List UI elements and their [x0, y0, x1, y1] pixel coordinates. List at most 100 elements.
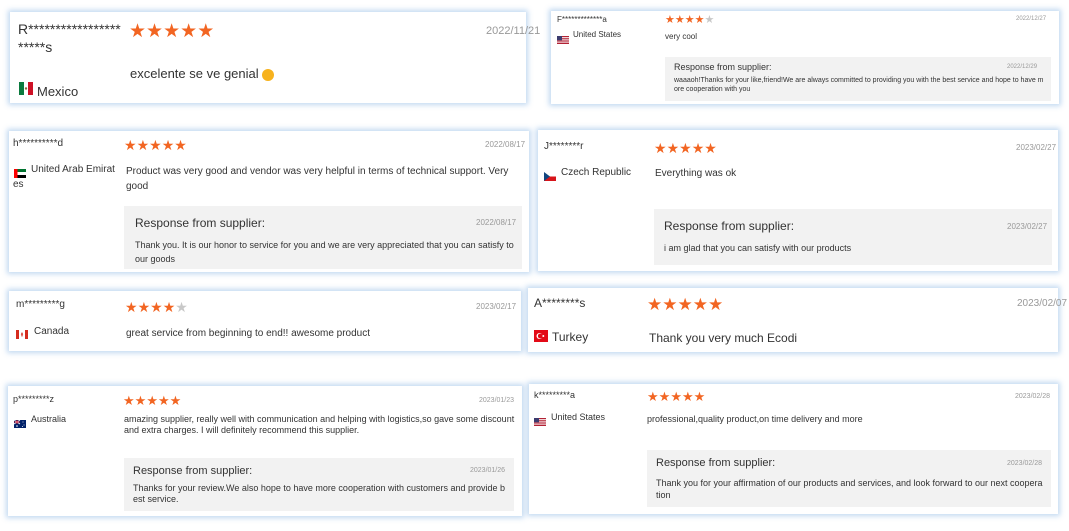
response-date: 2023/02/27: [1007, 222, 1048, 231]
star-icon: ★: [684, 14, 695, 26]
star-icon: ★: [692, 295, 708, 314]
review-date: 2023/02/28: [1015, 393, 1051, 400]
star-icon: ★: [136, 137, 150, 153]
review-text: excelente se ve genial: [130, 65, 274, 84]
response-title: Response from supplier:: [133, 465, 253, 477]
star-icon: ★: [157, 393, 170, 408]
review-date: 2023/01/23: [479, 397, 515, 404]
reviewer-country: Mexico: [37, 84, 79, 99]
star-icon: ★: [670, 389, 682, 404]
star-icon: ★: [647, 295, 663, 314]
response-text: Thank you for your affirmation of our pr…: [656, 478, 1043, 500]
star-icon: ★: [134, 393, 147, 408]
review-text: Everything was ok: [655, 168, 737, 179]
review-card: h**********d United Arab Emirates ★★★★★ …: [9, 131, 529, 272]
review-date: 2023/02/27: [1016, 143, 1057, 152]
star-icon: ★: [123, 393, 135, 408]
star-icon: ★: [662, 295, 678, 314]
review-text: very cool: [665, 32, 698, 41]
review-date: 2022/11/21: [486, 25, 541, 37]
star-icon: ★: [137, 299, 151, 315]
review-text: great service from beginning to end!! aw…: [126, 328, 371, 339]
star-icon: ★: [647, 389, 659, 404]
star-icon: ★: [674, 14, 685, 26]
response-date: 2023/02/28: [1007, 460, 1043, 467]
response-text: i am glad that you can satisfy with our …: [664, 243, 852, 253]
united-states-flag-icon: [534, 413, 546, 431]
review-date: 2022/12/27: [1016, 16, 1047, 22]
star-icon: ★: [666, 140, 680, 156]
rating-stars: ★★★★★: [647, 390, 705, 403]
smile-emoji-icon: [261, 68, 274, 81]
rating-stars: ★★★★★: [654, 141, 717, 155]
star-icon: ★: [654, 140, 667, 156]
reviewer-name: k*********a: [534, 390, 576, 400]
star-icon: ★: [197, 21, 215, 42]
response-title: Response from supplier:: [656, 457, 776, 469]
star-icon: ★: [150, 299, 163, 315]
response-text: Thanks for your review.We also hope to h…: [133, 483, 506, 504]
rating-stars: ★★★★★: [665, 13, 714, 26]
star-icon: ★: [704, 140, 717, 156]
review-text: professional,quality product,on time del…: [647, 414, 863, 424]
review-text: Thank you very much Ecodi: [649, 331, 798, 345]
reviewer-name: m*********g: [16, 299, 65, 310]
review-date: 2023/02/17: [476, 302, 517, 311]
review-date: 2022/08/17: [485, 140, 526, 149]
response-title: Response from supplier:: [664, 219, 795, 233]
response-title: Response from supplier:: [135, 216, 266, 230]
response-date: 2022/08/17: [476, 218, 517, 227]
review-text: Product was very good and vendor was ver…: [126, 166, 509, 192]
united-states-flag-icon: [557, 31, 569, 49]
response-text: Thank you. It is our honor to service fo…: [135, 240, 514, 264]
review-card: m*********g Canada ★★★★★ 2023/02/17 grea…: [9, 291, 521, 351]
rating-stars: ★★★★★: [124, 138, 187, 152]
review-date: 2023/02/07: [1017, 298, 1068, 309]
reviewer-country: United Arab Emirates: [13, 164, 115, 190]
star-icon: ★: [694, 14, 705, 26]
star-icon: ★: [180, 21, 198, 42]
review-card: R**********************s Mexico ★★★★★ 20…: [10, 12, 540, 103]
turkey-flag-icon: [534, 329, 548, 347]
star-icon: ★: [681, 389, 694, 404]
supplier-response: Response from supplier: 2022/08/17 Thank…: [124, 206, 522, 269]
star-icon: ★: [129, 21, 147, 42]
rating-stars: ★★★★★: [129, 22, 214, 42]
reviewer-name: J********r: [544, 141, 584, 152]
star-empty-icon: ★: [175, 299, 188, 315]
star-icon: ★: [708, 295, 724, 314]
star-icon: ★: [174, 137, 187, 153]
star-icon: ★: [162, 299, 176, 315]
response-date: 2022/12/29: [1007, 64, 1038, 70]
response-text: waaaoh!Thanks for your like,friend!We ar…: [674, 77, 1044, 93]
star-icon: ★: [149, 137, 162, 153]
supplier-response: Response from supplier: 2023/02/28 Thank…: [647, 450, 1051, 507]
response-date: 2023/01/26: [470, 467, 506, 474]
reviewer-name: R**********************s: [18, 21, 121, 55]
reviewer-country: Turkey: [552, 330, 589, 344]
reviewer-country: United States: [551, 412, 606, 422]
reviewer-name: h**********d: [13, 138, 64, 149]
star-icon: ★: [658, 389, 671, 404]
rating-stars: ★★★★★: [123, 394, 181, 407]
star-icon: ★: [125, 299, 138, 315]
star-icon: ★: [691, 140, 705, 156]
supplier-response: Response from supplier: 2023/02/27 i am …: [654, 209, 1052, 265]
reviewer-country: United States: [573, 30, 622, 39]
review-card: k*********a United States ★★★★★ 2023/02/…: [529, 384, 1058, 514]
star-icon: ★: [679, 140, 692, 156]
review-card: F*************a United States ★★★★★ 2022…: [551, 11, 1059, 104]
star-icon: ★: [677, 295, 693, 314]
reviewer-name: p*********z: [13, 394, 55, 404]
star-empty-icon: ★: [704, 14, 715, 26]
supplier-response: Response from supplier: 2023/01/26 Thank…: [124, 458, 514, 511]
reviewer-country: Canada: [34, 326, 70, 337]
mexico-flag-icon: [19, 82, 33, 100]
czech-flag-icon: [544, 168, 556, 186]
reviewer-country: Czech Republic: [561, 167, 632, 178]
review-card: J********r Czech Republic ★★★★★ 2023/02/…: [538, 130, 1058, 271]
review-card: A********s Turkey ★★★★★ 2023/02/07 Thank…: [528, 288, 1067, 352]
star-icon: ★: [124, 137, 137, 153]
australia-flag-icon: [13, 415, 26, 433]
review-text: amazing supplier, really well with commu…: [124, 414, 515, 435]
